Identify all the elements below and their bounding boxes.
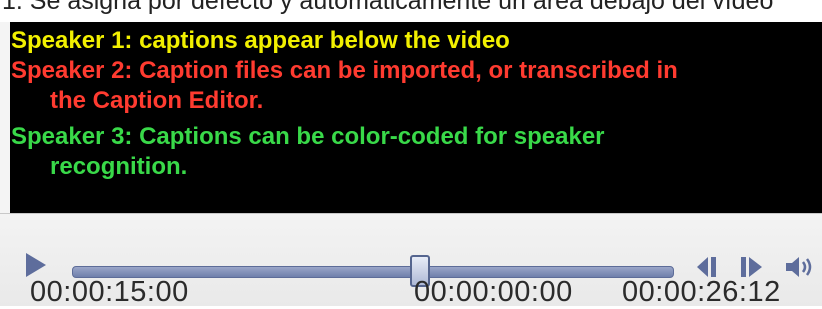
- panel-left-border: [0, 22, 10, 213]
- caption-speaker-1-line-1: Speaker 1: captions appear below the vid…: [11, 27, 510, 54]
- caption-speaker-2-line-2: the Caption Editor.: [50, 87, 264, 114]
- start-time: 00:00:00:00: [414, 276, 573, 308]
- current-time: 00:00:15:00: [30, 276, 189, 308]
- volume-icon[interactable]: [784, 254, 820, 280]
- end-time: 00:00:26:12: [622, 276, 781, 308]
- top-instruction-strip: 1. Se asigna por defecto y automáticamen…: [0, 0, 822, 22]
- caption-panel: Speaker 1: captions appear below the vid…: [10, 22, 822, 213]
- player-controls: 00:00:15:00 00:00:00:00 00:00:26:12: [0, 213, 822, 308]
- play-icon[interactable]: [26, 253, 46, 277]
- instruction-text: 1. Se asigna por defecto y automáticamen…: [2, 0, 774, 15]
- caption-speaker-3-line-1: Speaker 3: Captions can be color-coded f…: [11, 123, 605, 150]
- caption-speaker-3-line-2: recognition.: [50, 153, 188, 180]
- caption-speaker-2-line-1: Speaker 2: Caption files can be imported…: [11, 57, 678, 84]
